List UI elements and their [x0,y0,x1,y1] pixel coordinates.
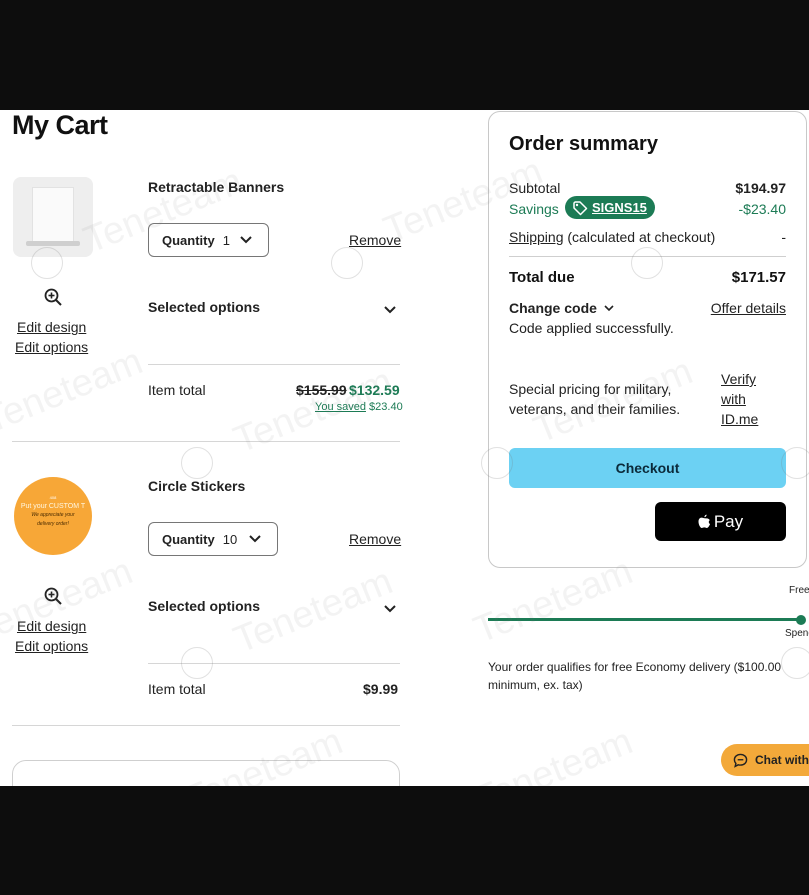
shipping-value: - [781,229,786,245]
edit-design-link[interactable]: Edit design [17,618,86,634]
selected-options-toggle[interactable]: Selected options [148,299,400,323]
edit-design-link[interactable]: Edit design [17,319,86,335]
promo-code-text: SIGNS15 [592,200,647,215]
free-shipping-progress-bar [488,618,800,621]
edit-options-link[interactable]: Edit options [15,638,88,654]
zoom-in-icon[interactable] [43,287,63,307]
chevron-down-icon [249,535,261,543]
subtotal-value: $194.97 [735,180,786,196]
item-total-label: Item total [148,382,206,398]
quantity-label: Quantity [162,232,215,248]
divider [12,441,400,442]
apple-pay-label: Pay [713,511,744,531]
quantity-value: 10 [222,531,238,547]
saved-amount: You saved $23.40 [315,401,403,413]
chevron-down-icon [240,236,252,244]
letterbox-bottom [0,786,809,895]
cart-page: My Cart Edit design Edit options Retract… [0,110,809,786]
quantity-select[interactable]: Quantity 1 [148,223,269,257]
item-thumbnail-banner[interactable] [13,177,93,257]
spend-threshold-label: Spend $100.00 [785,628,809,639]
total-value: $171.57 [731,269,786,286]
watermark-seal [331,247,363,279]
progress-marker [796,615,806,625]
item-name: Retractable Banners [148,179,285,195]
verify-idme-link[interactable]: Verify with ID.me [721,369,781,429]
total-label: Total due [509,269,575,286]
military-pricing-text: Special pricing for military, veterans, … [509,381,681,417]
savings-label: Savings [509,201,559,217]
item-thumbnail-sticker[interactable]: 408 Put your CUSTOM T We appreciate your… [14,477,92,555]
quantity-label: Quantity [162,531,215,547]
shipping-link[interactable]: Shipping [509,229,564,245]
remove-button[interactable]: Remove [349,232,401,248]
free-shipping-message: Your order qualifies for free Economy de… [488,660,782,692]
free-shipping-text: Free shipping [789,585,809,596]
watermark-text: Teneteam [0,340,149,442]
change-code-label: Change code [509,300,597,316]
chevron-down-icon [384,605,396,613]
apple-logo-icon [698,514,710,528]
chat-button[interactable]: Chat with [721,744,809,776]
banner-stand-graphic [32,187,74,243]
original-price: $155.99 [296,382,347,398]
promo-code-badge[interactable]: SIGNS15 [565,196,655,219]
chat-label: Chat with [755,753,809,767]
sticker-text: delivery order! [37,521,69,527]
divider [509,256,786,257]
chat-bubble-icon [733,753,748,768]
sticker-text: 408 [49,495,57,500]
tag-icon [573,200,588,215]
subtotal-label: Subtotal [509,180,561,196]
chevron-down-icon [604,305,614,312]
banner-base-graphic [26,241,80,246]
sticker-text: Put your CUSTOM T [20,503,86,510]
summary-title: Order summary [509,133,658,155]
watermark-text: Teneteam [468,720,639,786]
chevron-down-icon [384,306,396,314]
sticker-text: We appreciate your [31,512,75,518]
divider [12,725,400,726]
remove-button[interactable]: Remove [349,531,401,547]
apple-pay-button[interactable]: Pay [655,502,786,541]
selected-options-label: Selected options [148,299,261,315]
order-summary-card: Order summary Subtotal $194.97 Savings S… [488,111,807,568]
saved-label[interactable]: You saved [315,401,366,413]
spend-threshold-text: Spend $100.00 [785,628,809,639]
discounted-price: $132.59 [349,382,400,398]
offer-details-link[interactable]: Offer details [711,300,786,316]
page-title: My Cart [12,110,108,140]
item-price: $9.99 [363,681,399,697]
code-status-message: Code applied successfully. [509,320,674,336]
divider [148,663,400,664]
change-code-toggle[interactable]: Change code [509,300,615,316]
quantity-value: 1 [222,232,230,248]
saved-value: $23.40 [369,401,403,413]
shipping-row: Shipping (calculated at checkout) [509,229,715,245]
shipping-note: (calculated at checkout) [567,229,716,245]
selected-options-toggle[interactable]: Selected options [148,598,400,622]
item-total-label: Item total [148,681,206,697]
letterbox-top [0,0,809,110]
selected-options-label: Selected options [148,598,261,614]
free-shipping-label: Free shipping [789,585,809,596]
divider [148,364,400,365]
item-name: Circle Stickers [148,478,246,494]
quantity-select[interactable]: Quantity 10 [148,522,278,556]
edit-options-link[interactable]: Edit options [15,339,88,355]
next-section-card [12,760,400,786]
zoom-in-icon[interactable] [43,586,63,606]
savings-value: -$23.40 [738,201,786,217]
watermark-seal [181,447,213,479]
checkout-button[interactable]: Checkout [509,448,786,488]
